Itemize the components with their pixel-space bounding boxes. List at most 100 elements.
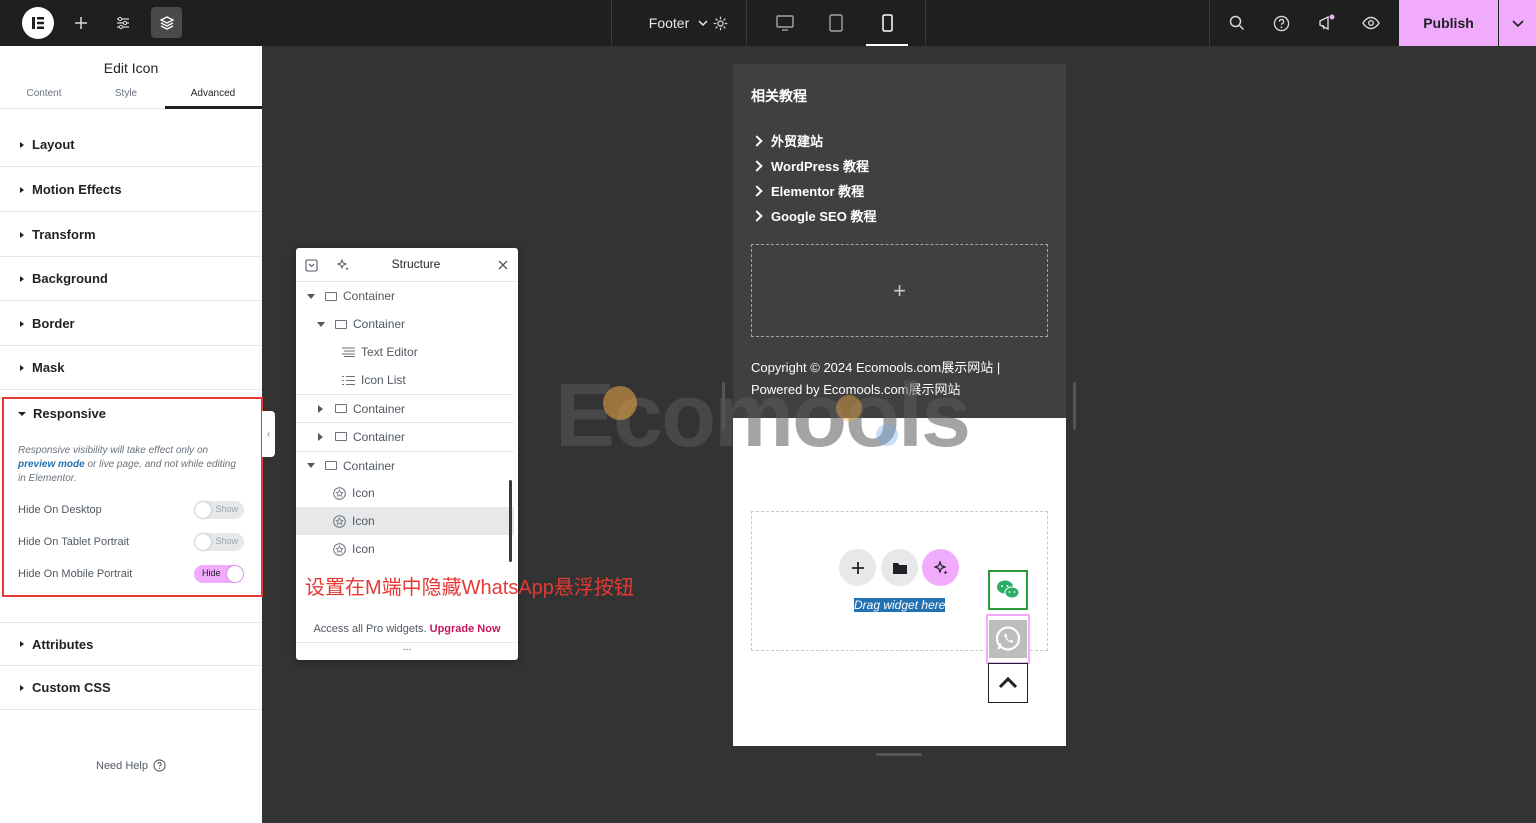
tab-content[interactable]: Content: [0, 88, 88, 99]
panel-title: Edit Icon: [103, 60, 159, 76]
tree-item-container[interactable]: Container: [296, 422, 514, 450]
add-widget-button[interactable]: [839, 549, 876, 586]
notifications-megaphone-icon[interactable]: [1311, 0, 1341, 46]
link-label: 外贸建站: [771, 134, 824, 149]
folder-icon: [892, 562, 907, 574]
section-custom-css[interactable]: Custom CSS: [0, 666, 262, 710]
tree-item-icon-selected[interactable]: Icon: [296, 507, 514, 535]
add-element-icon[interactable]: [66, 0, 96, 46]
expand-arrow-icon[interactable]: [318, 432, 323, 441]
help-circle-icon: [153, 759, 166, 772]
section-label: Border: [32, 316, 75, 331]
tree-item-container[interactable]: Container: [296, 394, 514, 422]
publish-options-chevron-icon[interactable]: [1499, 0, 1536, 46]
search-icon[interactable]: [1222, 0, 1252, 46]
wechat-icon: [997, 580, 1020, 599]
tablet-view-icon[interactable]: [813, 0, 859, 46]
caret-right-icon: [20, 641, 24, 647]
help-icon[interactable]: [1266, 0, 1296, 46]
tree-item-container[interactable]: Container: [296, 451, 514, 479]
section-motion-effects[interactable]: Motion Effects: [0, 168, 262, 212]
caret-down-icon: [18, 411, 26, 416]
expand-arrow-icon[interactable]: [318, 404, 323, 413]
footer-link[interactable]: 外贸建站: [751, 131, 824, 150]
footer-link[interactable]: Google SEO 教程: [751, 206, 877, 225]
preview-mode-link[interactable]: preview mode: [18, 459, 85, 470]
hide-on-desktop-row: Hide On Desktop Show: [18, 500, 244, 520]
right-resize-handle[interactable]: [1073, 382, 1076, 430]
text-editor-icon: [342, 347, 355, 357]
hide-tablet-toggle[interactable]: Show: [194, 533, 244, 551]
tab-advanced[interactable]: Advanced: [169, 88, 257, 99]
section-border[interactable]: Border: [0, 302, 262, 346]
expand-arrow-icon[interactable]: [307, 293, 315, 299]
link-label: Google SEO 教程: [771, 209, 877, 224]
ai-generate-button[interactable]: [922, 549, 959, 586]
caret-right-icon: [20, 364, 24, 371]
collapse-panel-button[interactable]: ‹: [262, 411, 275, 457]
desktop-view-icon[interactable]: [762, 0, 808, 46]
left-resize-handle[interactable]: [722, 382, 725, 430]
active-tab-indicator: [165, 106, 262, 109]
hide-desktop-toggle[interactable]: Show: [194, 501, 244, 519]
tab-style[interactable]: Style: [82, 88, 170, 99]
drag-rest: widget here: [880, 598, 946, 612]
scroll-to-top-button[interactable]: [988, 663, 1028, 703]
wechat-float-button[interactable]: [988, 570, 1028, 610]
tree-item-label: Text Editor: [361, 345, 418, 359]
container-icon: [335, 432, 347, 441]
page-settings-gear-icon[interactable]: [706, 0, 734, 46]
whatsapp-float-button[interactable]: [986, 614, 1030, 664]
hide-on-mobile-row: Hide On Mobile Portrait Hide: [18, 564, 244, 584]
section-attributes[interactable]: Attributes: [0, 622, 262, 666]
preview-eye-icon[interactable]: [1356, 0, 1386, 46]
tree-item-label: Container: [353, 317, 406, 331]
site-settings-icon[interactable]: [108, 0, 138, 46]
need-help-label: Need Help: [96, 759, 148, 772]
footer-link[interactable]: Elementor 教程: [751, 181, 864, 200]
section-label: Attributes: [32, 636, 94, 652]
publish-button[interactable]: Publish: [1399, 0, 1498, 46]
section-transform[interactable]: Transform: [0, 213, 262, 257]
section-responsive[interactable]: Responsive: [18, 406, 106, 421]
section-label: Background: [32, 271, 108, 286]
caret-right-icon: [20, 141, 24, 148]
watermark-dot: [876, 424, 898, 446]
structure-header: Structure: [296, 248, 518, 282]
section-label: Motion Effects: [32, 182, 122, 197]
close-icon[interactable]: [498, 260, 508, 270]
chevron-right-icon: [751, 184, 763, 197]
tree-item-text-editor[interactable]: Text Editor: [296, 338, 514, 366]
expand-arrow-icon[interactable]: [317, 321, 325, 327]
tree-item-container[interactable]: Container: [296, 310, 514, 338]
plus-icon: +: [893, 277, 906, 303]
tree-item-icon[interactable]: Icon: [296, 535, 514, 563]
section-mask[interactable]: Mask: [0, 346, 262, 390]
templates-folder-button[interactable]: [881, 549, 918, 586]
mobile-view-icon[interactable]: [864, 0, 910, 46]
resize-dots[interactable]: ...: [296, 642, 518, 653]
hide-mobile-toggle[interactable]: Hide: [194, 565, 244, 583]
chevron-right-icon: [751, 159, 763, 172]
bottom-resize-handle[interactable]: [876, 753, 922, 756]
tree-item-icon-list[interactable]: Icon List: [296, 366, 514, 394]
scrollbar[interactable]: [509, 480, 512, 562]
upgrade-now-link[interactable]: Upgrade Now: [430, 623, 501, 635]
expand-arrow-icon[interactable]: [307, 463, 315, 468]
section-background[interactable]: Background: [0, 257, 262, 301]
upgrade-text: Access all Pro widgets.: [313, 623, 427, 635]
tree-item-container[interactable]: Container: [296, 282, 514, 310]
tree-item-label: Container: [353, 429, 406, 444]
row-label: Hide On Tablet Portrait: [18, 536, 130, 548]
section-layout[interactable]: Layout: [0, 123, 262, 167]
add-element-dropzone[interactable]: +: [751, 244, 1048, 337]
chevron-up-icon: [998, 676, 1018, 689]
structure-layers-icon[interactable]: [151, 7, 182, 38]
footer-link[interactable]: WordPress 教程: [751, 156, 869, 175]
star-circle-icon: [333, 514, 346, 528]
tree-item-label: Container: [343, 289, 396, 303]
need-help-link[interactable]: Need Help: [0, 759, 262, 772]
separator: [1209, 0, 1210, 46]
elementor-logo-icon[interactable]: [22, 7, 54, 39]
tree-item-icon[interactable]: Icon: [296, 479, 514, 507]
